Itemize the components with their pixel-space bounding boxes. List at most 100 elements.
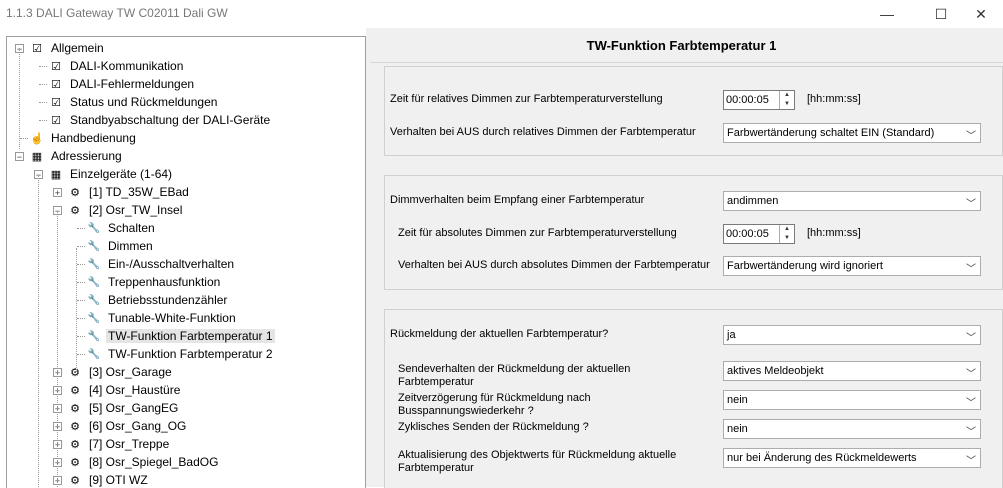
delay-select[interactable]: nein ﹀ (723, 390, 981, 410)
tree-item-label: Einzelgeräte (1-64) (70, 167, 173, 181)
tree-item-label: [3] Osr_Garage (89, 365, 172, 379)
chevron-down-icon: ﹀ (966, 369, 976, 380)
feedback-value: ja (727, 329, 736, 341)
tree-guide (19, 48, 20, 149)
tree-item-label: [5] Osr_GangEG (89, 401, 179, 415)
spin-up-icon[interactable]: ▲ (780, 91, 794, 100)
param-page-icon: ☑ (51, 78, 61, 91)
tree-item[interactable]: ▦ Adressierung (29, 147, 124, 165)
tree-item-label: Ein-/Ausschaltverhalten (108, 257, 235, 271)
device-icon: ⚙ (70, 384, 80, 397)
rel-time-input[interactable]: 00:00:05 ▲ ▼ (723, 90, 795, 110)
tree-item[interactable]: 🔧 Schalten (86, 219, 157, 237)
tree-item-label: [4] Osr_Haustüre (89, 383, 181, 397)
tree-item-label: Status und Rückmeldungen (70, 95, 218, 109)
tree-item[interactable]: 🔧 Ein-/Ausschaltverhalten (86, 255, 236, 273)
feedback-select[interactable]: ja ﹀ (723, 325, 981, 345)
expand-icon[interactable]: + (53, 188, 62, 198)
tree-item[interactable]: 🔧 Treppenhausfunktion (86, 273, 222, 291)
parameter-panel: TW-Funktion Farbtemperatur 1 Zeit für re… (370, 28, 1003, 488)
off-abs-select[interactable]: Farbwertänderung wird ignoriert ﹀ (723, 256, 981, 276)
tree-item[interactable]: ☑ Allgemein (29, 39, 106, 57)
tree-guide (39, 66, 47, 67)
tree-item-label: Dimmen (108, 239, 153, 253)
close-button[interactable]: ✕ (958, 0, 1003, 28)
tool-icon: 🔧 (87, 348, 101, 360)
tree-item[interactable]: ☑ Standbyabschaltung der DALI-Geräte (48, 111, 272, 129)
tree-item[interactable]: ▦ Einzelgeräte (1-64) (48, 165, 174, 183)
tree-item-label: Allgemein (51, 41, 104, 55)
device-icon: ⚙ (70, 366, 80, 379)
tool-icon: 🔧 (87, 222, 101, 234)
cyclic-select[interactable]: nein ﹀ (723, 419, 981, 439)
tree-item[interactable]: 🔧 Dimmen (86, 237, 155, 255)
update-select[interactable]: nur bei Änderung des Rückmeldewerts ﹀ (723, 448, 981, 468)
feedback-label: Rückmeldung der aktuellen Farbtemperatur… (390, 328, 609, 340)
tree-item[interactable]: 🔧 TW-Funktion Farbtemperatur 1 (86, 327, 275, 345)
tree-guide (77, 264, 85, 265)
spin-up-icon[interactable]: ▲ (780, 225, 794, 234)
device-icon: ⚙ (70, 438, 80, 451)
minimize-button[interactable]: — (864, 0, 910, 28)
tree-item-label: [8] Osr_Spiegel_BadOG (89, 455, 219, 469)
window-title: 1.1.3 DALI Gateway TW C02011 Dali GW (6, 6, 228, 20)
tool-icon: 🔧 (87, 240, 101, 252)
tree-guide (77, 228, 85, 229)
collapse-icon[interactable]: − (15, 152, 24, 162)
tree-item[interactable]: ⚙ [5] Osr_GangEG (67, 399, 180, 417)
device-icon: ⚙ (70, 402, 80, 415)
tree-item[interactable]: ⚙ [3] Osr_Garage (67, 363, 174, 381)
tree-item-label: TW-Funktion Farbtemperatur 1 (106, 329, 275, 343)
tree-item[interactable]: ⚙ [1] TD_35W_EBad (67, 183, 191, 201)
tree-item[interactable]: ⚙ [9] OTI WZ (67, 471, 150, 488)
tree-item-label: Adressierung (51, 149, 122, 163)
off-rel-select[interactable]: Farbwertänderung schaltet EIN (Standard)… (723, 123, 981, 143)
absolute-dimming-group: Dimmverhalten beim Empfang einer Farbtem… (384, 175, 1003, 290)
device-icon: ⚙ (70, 456, 80, 469)
recv-select[interactable]: andimmen ﹀ (723, 191, 981, 211)
tree-item[interactable]: 🔧 Tunable-White-Funktion (86, 309, 238, 327)
tool-icon: 🔧 (87, 330, 101, 342)
tree-item[interactable]: 🔧 Betriebsstundenzähler (86, 291, 229, 309)
rel-time-label: Zeit für relatives Dimmen zur Farbtemper… (390, 93, 663, 105)
tree-item-label: DALI-Fehlermeldungen (70, 77, 195, 91)
spin-down-icon[interactable]: ▼ (780, 100, 794, 109)
abs-time-spinner[interactable]: ▲ ▼ (779, 225, 794, 243)
tree-item[interactable]: ☑ Status und Rückmeldungen (48, 93, 219, 111)
update-value: nur bei Änderung des Rückmeldewerts (727, 452, 917, 464)
tree-item[interactable]: 🔧 TW-Funktion Farbtemperatur 2 (86, 345, 275, 363)
tool-icon: 🔧 (87, 276, 101, 288)
tree-item-label: [1] TD_35W_EBad (89, 185, 189, 199)
tree-guide (76, 248, 77, 372)
abs-time-input[interactable]: 00:00:05 ▲ ▼ (723, 224, 795, 244)
update-label: Aktualisierung des Objektwerts für Rückm… (398, 449, 677, 474)
tree-item[interactable]: ⚙ [2] Osr_TW_Insel (67, 201, 184, 219)
tool-icon: 🔧 (87, 312, 101, 324)
tree-item[interactable]: ⚙ [8] Osr_Spiegel_BadOG (67, 453, 220, 471)
chevron-down-icon: ﹀ (966, 456, 976, 467)
param-page-icon: ☑ (51, 114, 61, 127)
parameter-tree[interactable]: ☑ Allgemein − ☑ DALI-Kommunikation ☑ DALI-Fehl… (6, 36, 366, 488)
param-page-icon: ☑ (51, 60, 61, 73)
tool-icon: 🔧 (87, 294, 101, 306)
tree-item[interactable]: ☑ DALI-Fehlermeldungen (48, 75, 196, 93)
chevron-down-icon: ﹀ (966, 333, 976, 344)
abs-time-unit: [hh:mm:ss] (807, 227, 861, 239)
send-select[interactable]: aktives Meldeobjekt ﹀ (723, 361, 981, 381)
grid-icon: ▦ (31, 150, 43, 163)
device-icon: ⚙ (70, 420, 80, 433)
tree-item[interactable]: ⚙ [7] Osr_Treppe (67, 435, 171, 453)
tree-guide (77, 246, 85, 247)
tree-item[interactable]: ⚙ [6] Osr_Gang_OG (67, 417, 188, 435)
delay-value: nein (727, 394, 748, 406)
tree-item[interactable]: ☝ Handbedienung (29, 129, 138, 147)
param-group-icon: ☑ (32, 42, 42, 55)
chevron-down-icon: ﹀ (966, 264, 976, 275)
tree-guide (39, 84, 47, 85)
spin-down-icon[interactable]: ▼ (780, 234, 794, 243)
tree-guide (38, 176, 39, 488)
tool-icon: 🔧 (87, 258, 101, 270)
rel-time-spinner[interactable]: ▲ ▼ (779, 91, 794, 109)
tree-item[interactable]: ⚙ [4] Osr_Haustüre (67, 381, 182, 399)
tree-item[interactable]: ☑ DALI-Kommunikation (48, 57, 185, 75)
